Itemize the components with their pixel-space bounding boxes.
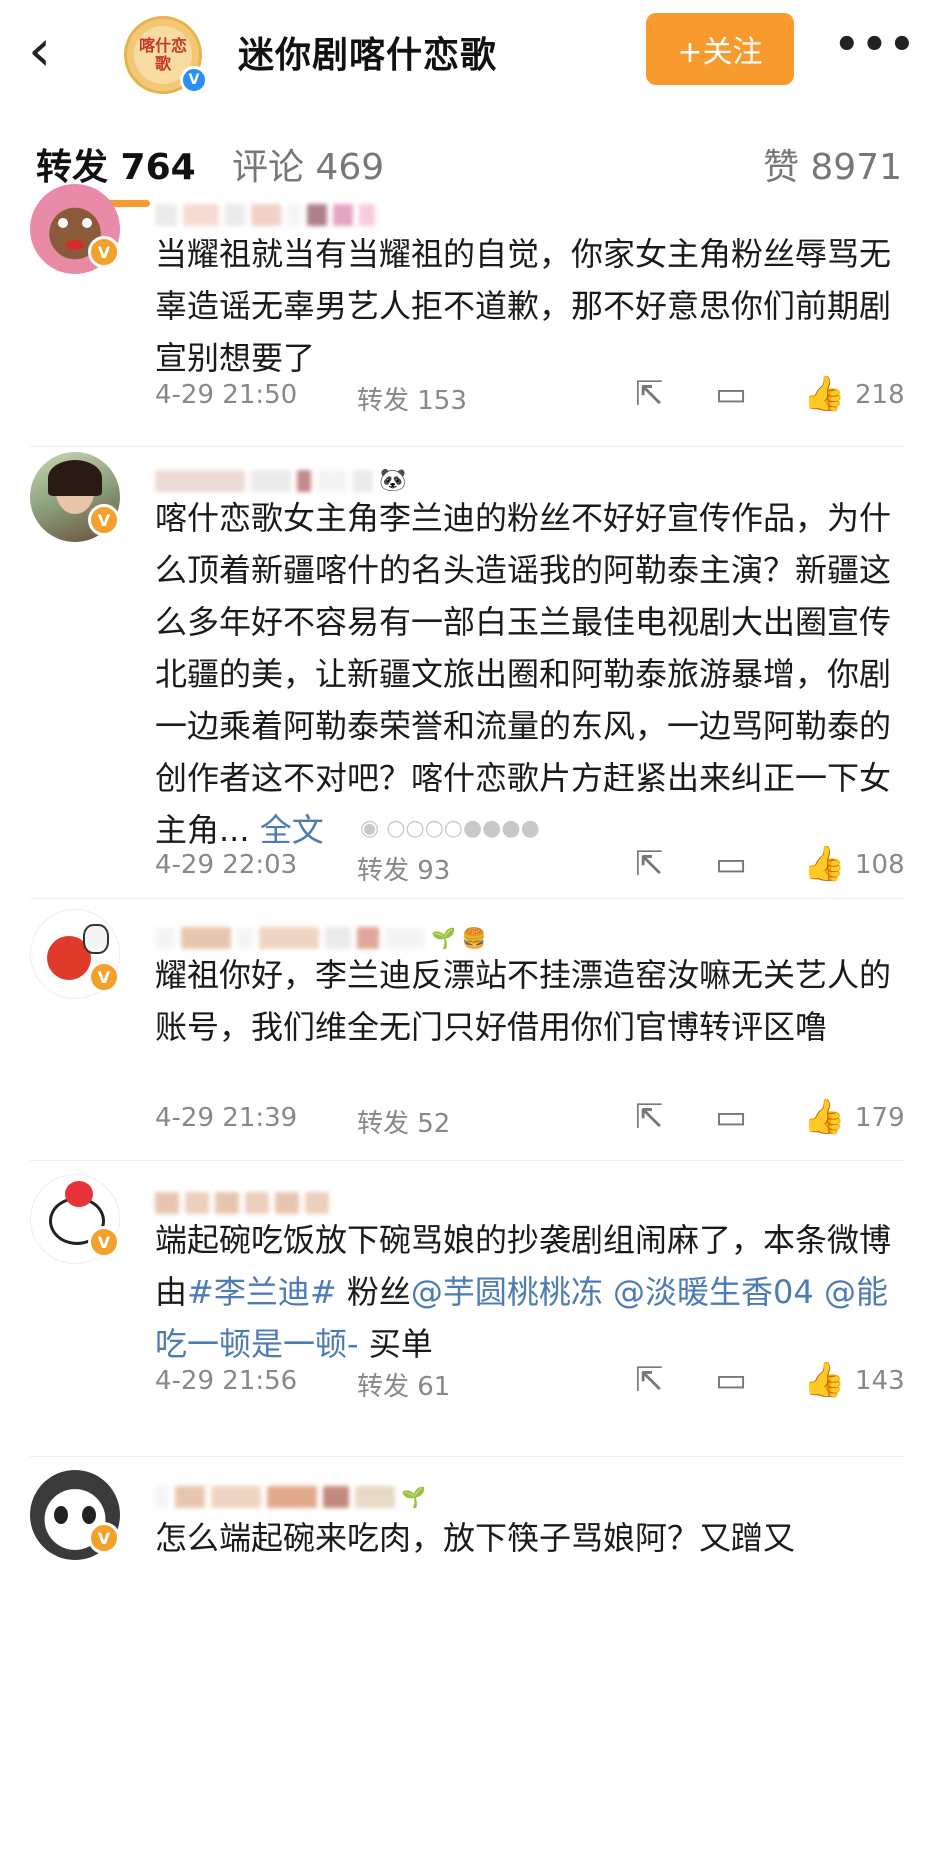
hashtag-link[interactable]: #李兰迪# — [187, 1273, 337, 1311]
like-count: 179 — [855, 1103, 905, 1133]
post-text: 端起碗吃饭放下碗骂娘的抄袭剧组闹麻了，本条微博由#李兰迪# 粉丝@芋圆桃桃冻 @… — [155, 1214, 915, 1370]
timestamp: 4-29 21:50 — [155, 380, 298, 410]
timestamp: 4-29 21:39 — [155, 1103, 298, 1133]
divider — [30, 1160, 904, 1161]
share-icon[interactable]: ⇱ — [635, 374, 664, 414]
list-item: V 🌱 🍔 耀祖你好，李兰迪反漂站不挂漂造窑汝嘛无关艺人的账号，我们维全无门只好… — [0, 905, 934, 1165]
username-blurred[interactable]: 🌱 🍔 — [155, 927, 487, 951]
divider — [30, 898, 904, 899]
post-text: 耀祖你好，李兰迪反漂站不挂漂造窑汝嘛无关艺人的账号，我们维全无门只好借用你们官博… — [155, 956, 892, 1046]
like-count: 218 — [855, 380, 905, 410]
post-meta: 4-29 21:50 转发 153 ⇱ ▭ 👍 218 — [155, 374, 915, 420]
divider — [30, 1456, 904, 1457]
thumbs-up-icon[interactable]: 👍 — [803, 1360, 845, 1400]
back-chevron-icon[interactable]: ‹ — [28, 21, 72, 82]
repost-count[interactable]: 转发 61 — [357, 1366, 450, 1403]
burger-emoji-icon: 🍔 — [461, 926, 487, 950]
post-text-content: 喀什恋歌女主角李兰迪的粉丝不好好宣传作品，为什么顶着新疆喀什的名头造谣我的阿勒泰… — [155, 499, 892, 849]
thumbs-up-icon[interactable]: 👍 — [803, 374, 845, 414]
verified-v-icon: V — [88, 504, 120, 536]
mention-link[interactable]: @淡暖生香04 — [613, 1273, 814, 1311]
username-blurred[interactable]: 🌱 — [155, 1486, 426, 1510]
account-name[interactable]: 迷你剧喀什恋歌 — [238, 26, 497, 78]
post-meta: 4-29 21:39 转发 52 ⇱ ▭ 👍 179 — [155, 1097, 915, 1143]
top-bar: ‹ 喀什恋歌 V 迷你剧喀什恋歌 +关注 ••• — [0, 0, 934, 110]
username-blurred[interactable]: 🐼 — [155, 470, 406, 494]
verified-v-icon: V — [88, 236, 120, 268]
timestamp: 4-29 22:03 — [155, 850, 298, 880]
post-meta: 4-29 22:03 转发 93 ⇱ ▭ 👍 108 — [155, 844, 915, 890]
weibo-watermark: ◉ ○○○○●●●● — [360, 816, 540, 841]
repost-count[interactable]: 转发 153 — [357, 380, 467, 417]
verified-v-icon: V — [88, 1522, 120, 1554]
verified-v-icon: V — [88, 961, 120, 993]
post-text-part: 买单 — [358, 1325, 433, 1363]
repost-count[interactable]: 转发 52 — [357, 1103, 450, 1140]
full-text-link[interactable]: 全文 — [260, 811, 324, 849]
mention-link[interactable]: @芋圆桃桃冻 — [411, 1273, 603, 1311]
post-text: 当耀祖就当有当耀祖的自觉，你家女主角粉丝辱骂无辜造谣无辜男艺人拒不道歉，那不好意… — [155, 235, 892, 377]
username-blurred[interactable] — [155, 204, 375, 228]
share-icon[interactable]: ⇱ — [635, 844, 664, 884]
list-item: V 🌱 怎么端起碗来吃肉，放下筷子骂娘阿？又蹭又 — [0, 1460, 934, 1600]
repost-count[interactable]: 转发 93 — [357, 850, 450, 887]
list-item: V 端起碗吃饭放下碗骂娘的抄袭剧组闹麻了，本条微博由#李兰迪# 粉丝@芋圆桃桃冻… — [0, 1170, 934, 1470]
sprout-emoji-icon: 🌱 — [401, 1485, 426, 1509]
username-blurred[interactable] — [155, 1192, 329, 1216]
sprout-emoji-icon: 🌱 — [431, 926, 456, 950]
verified-blue-icon: V — [180, 66, 208, 94]
post-text: 喀什恋歌女主角李兰迪的粉丝不好好宣传作品，为什么顶着新疆喀什的名头造谣我的阿勒泰… — [155, 492, 915, 856]
timestamp: 4-29 21:56 — [155, 1366, 298, 1396]
share-icon[interactable]: ⇱ — [635, 1097, 664, 1137]
divider — [30, 446, 904, 447]
post-text-part — [603, 1273, 613, 1311]
thumbs-up-icon[interactable]: 👍 — [803, 844, 845, 884]
comment-icon[interactable]: ▭ — [715, 1097, 747, 1137]
follow-button[interactable]: +关注 — [646, 13, 794, 85]
comment-icon[interactable]: ▭ — [715, 844, 747, 884]
thumbs-up-icon[interactable]: 👍 — [803, 1097, 845, 1137]
list-item: V 当耀祖就当有当耀祖的自觉，你家女主角粉丝辱骂无辜造谣无辜男艺人拒不道歉，那不… — [0, 180, 934, 450]
share-icon[interactable]: ⇱ — [635, 1360, 664, 1400]
post-meta: 4-29 21:56 转发 61 ⇱ ▭ 👍 143 — [155, 1360, 915, 1406]
comment-icon[interactable]: ▭ — [715, 374, 747, 414]
post-text-part: 粉丝 — [336, 1273, 411, 1311]
like-count: 108 — [855, 850, 905, 880]
comment-icon[interactable]: ▭ — [715, 1360, 747, 1400]
panda-emoji-icon: 🐼 — [379, 468, 407, 493]
more-options-icon[interactable]: ••• — [834, 22, 917, 68]
post-text-part — [814, 1273, 824, 1311]
post-text: 怎么端起碗来吃肉，放下筷子骂娘阿？又蹭又 — [155, 1519, 796, 1557]
verified-v-icon: V — [88, 1226, 120, 1258]
like-count: 143 — [855, 1366, 905, 1396]
